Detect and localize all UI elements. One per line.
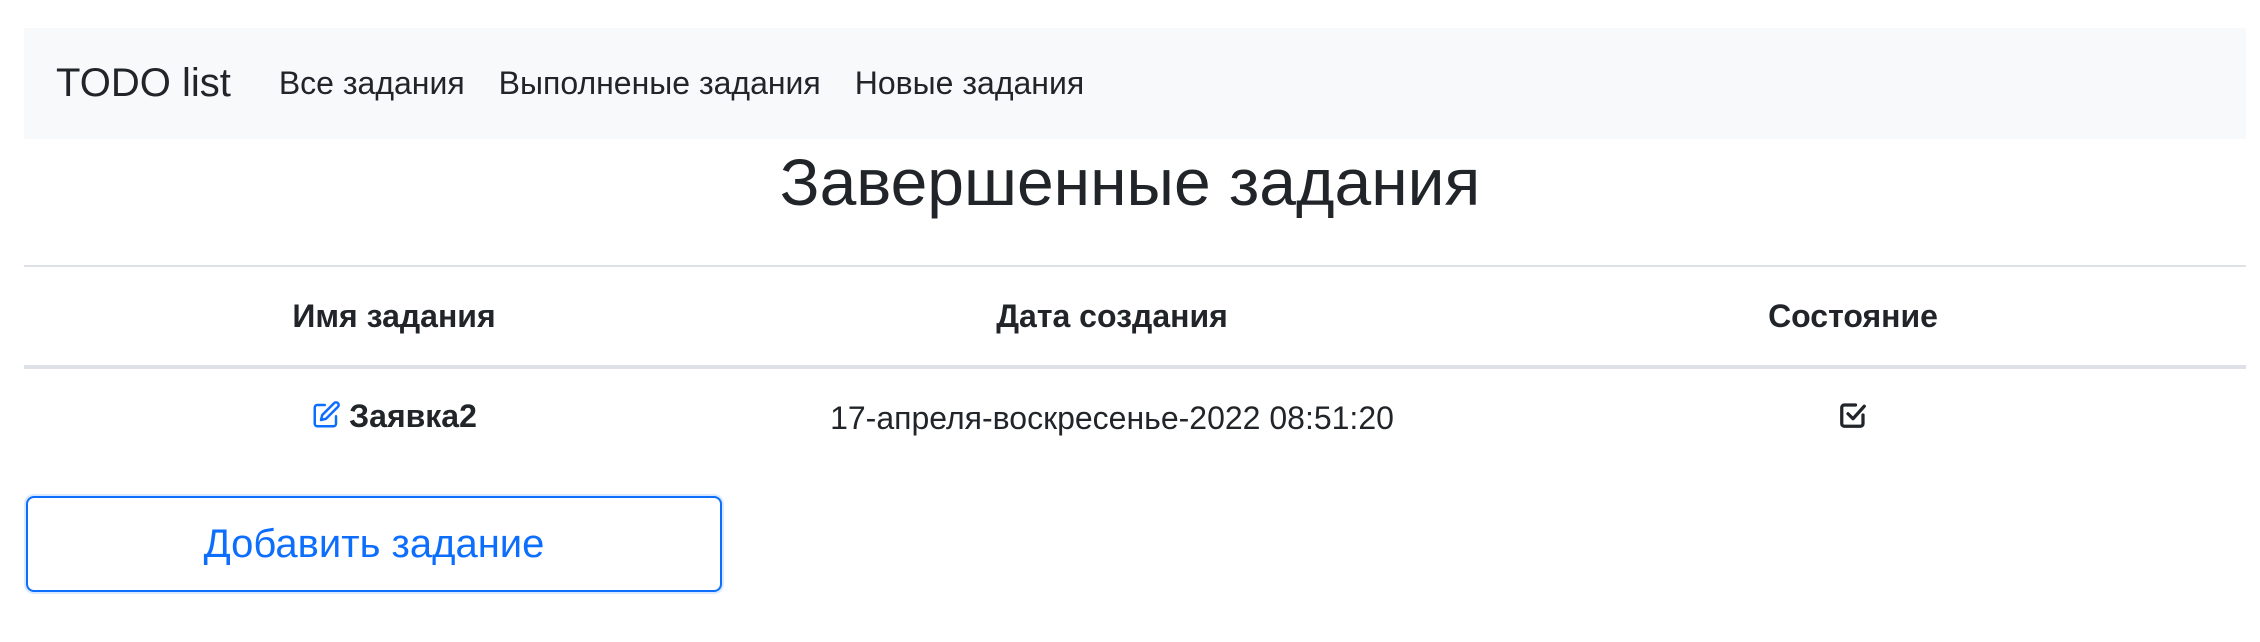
table-header-row: Имя задания Дата создания Состояние [24,265,2246,369]
column-header-task-name: Имя задания [24,265,764,369]
table-row: Заявка2 17-апреля-воскресенье-2022 08:51… [24,367,2246,467]
edit-icon[interactable] [311,400,341,438]
nav-link-all-tasks[interactable]: Все задания [279,65,465,102]
navbar-brand[interactable]: TODO list [56,61,231,106]
add-task-button[interactable]: Добавить задание [26,496,722,592]
column-header-created-date: Дата создания [764,265,1460,369]
nav-link-completed-tasks[interactable]: Выполненые задания [499,65,821,102]
task-name-cell: Заявка2 [24,367,764,467]
page-title: Завершенные задания [779,145,1481,219]
column-header-state: Состояние [1460,265,2246,369]
checked-square-icon [1838,400,1868,438]
task-state-cell [1460,367,2246,467]
navbar: TODO list Все задания Выполненые задания… [24,28,2246,139]
tasks-table: Имя задания Дата создания Состояние Заяв… [24,265,2246,467]
task-created-cell: 17-апреля-воскресенье-2022 08:51:20 [830,399,1394,436]
nav-link-new-tasks[interactable]: Новые задания [855,65,1084,102]
task-name: Заявка2 [349,398,477,434]
